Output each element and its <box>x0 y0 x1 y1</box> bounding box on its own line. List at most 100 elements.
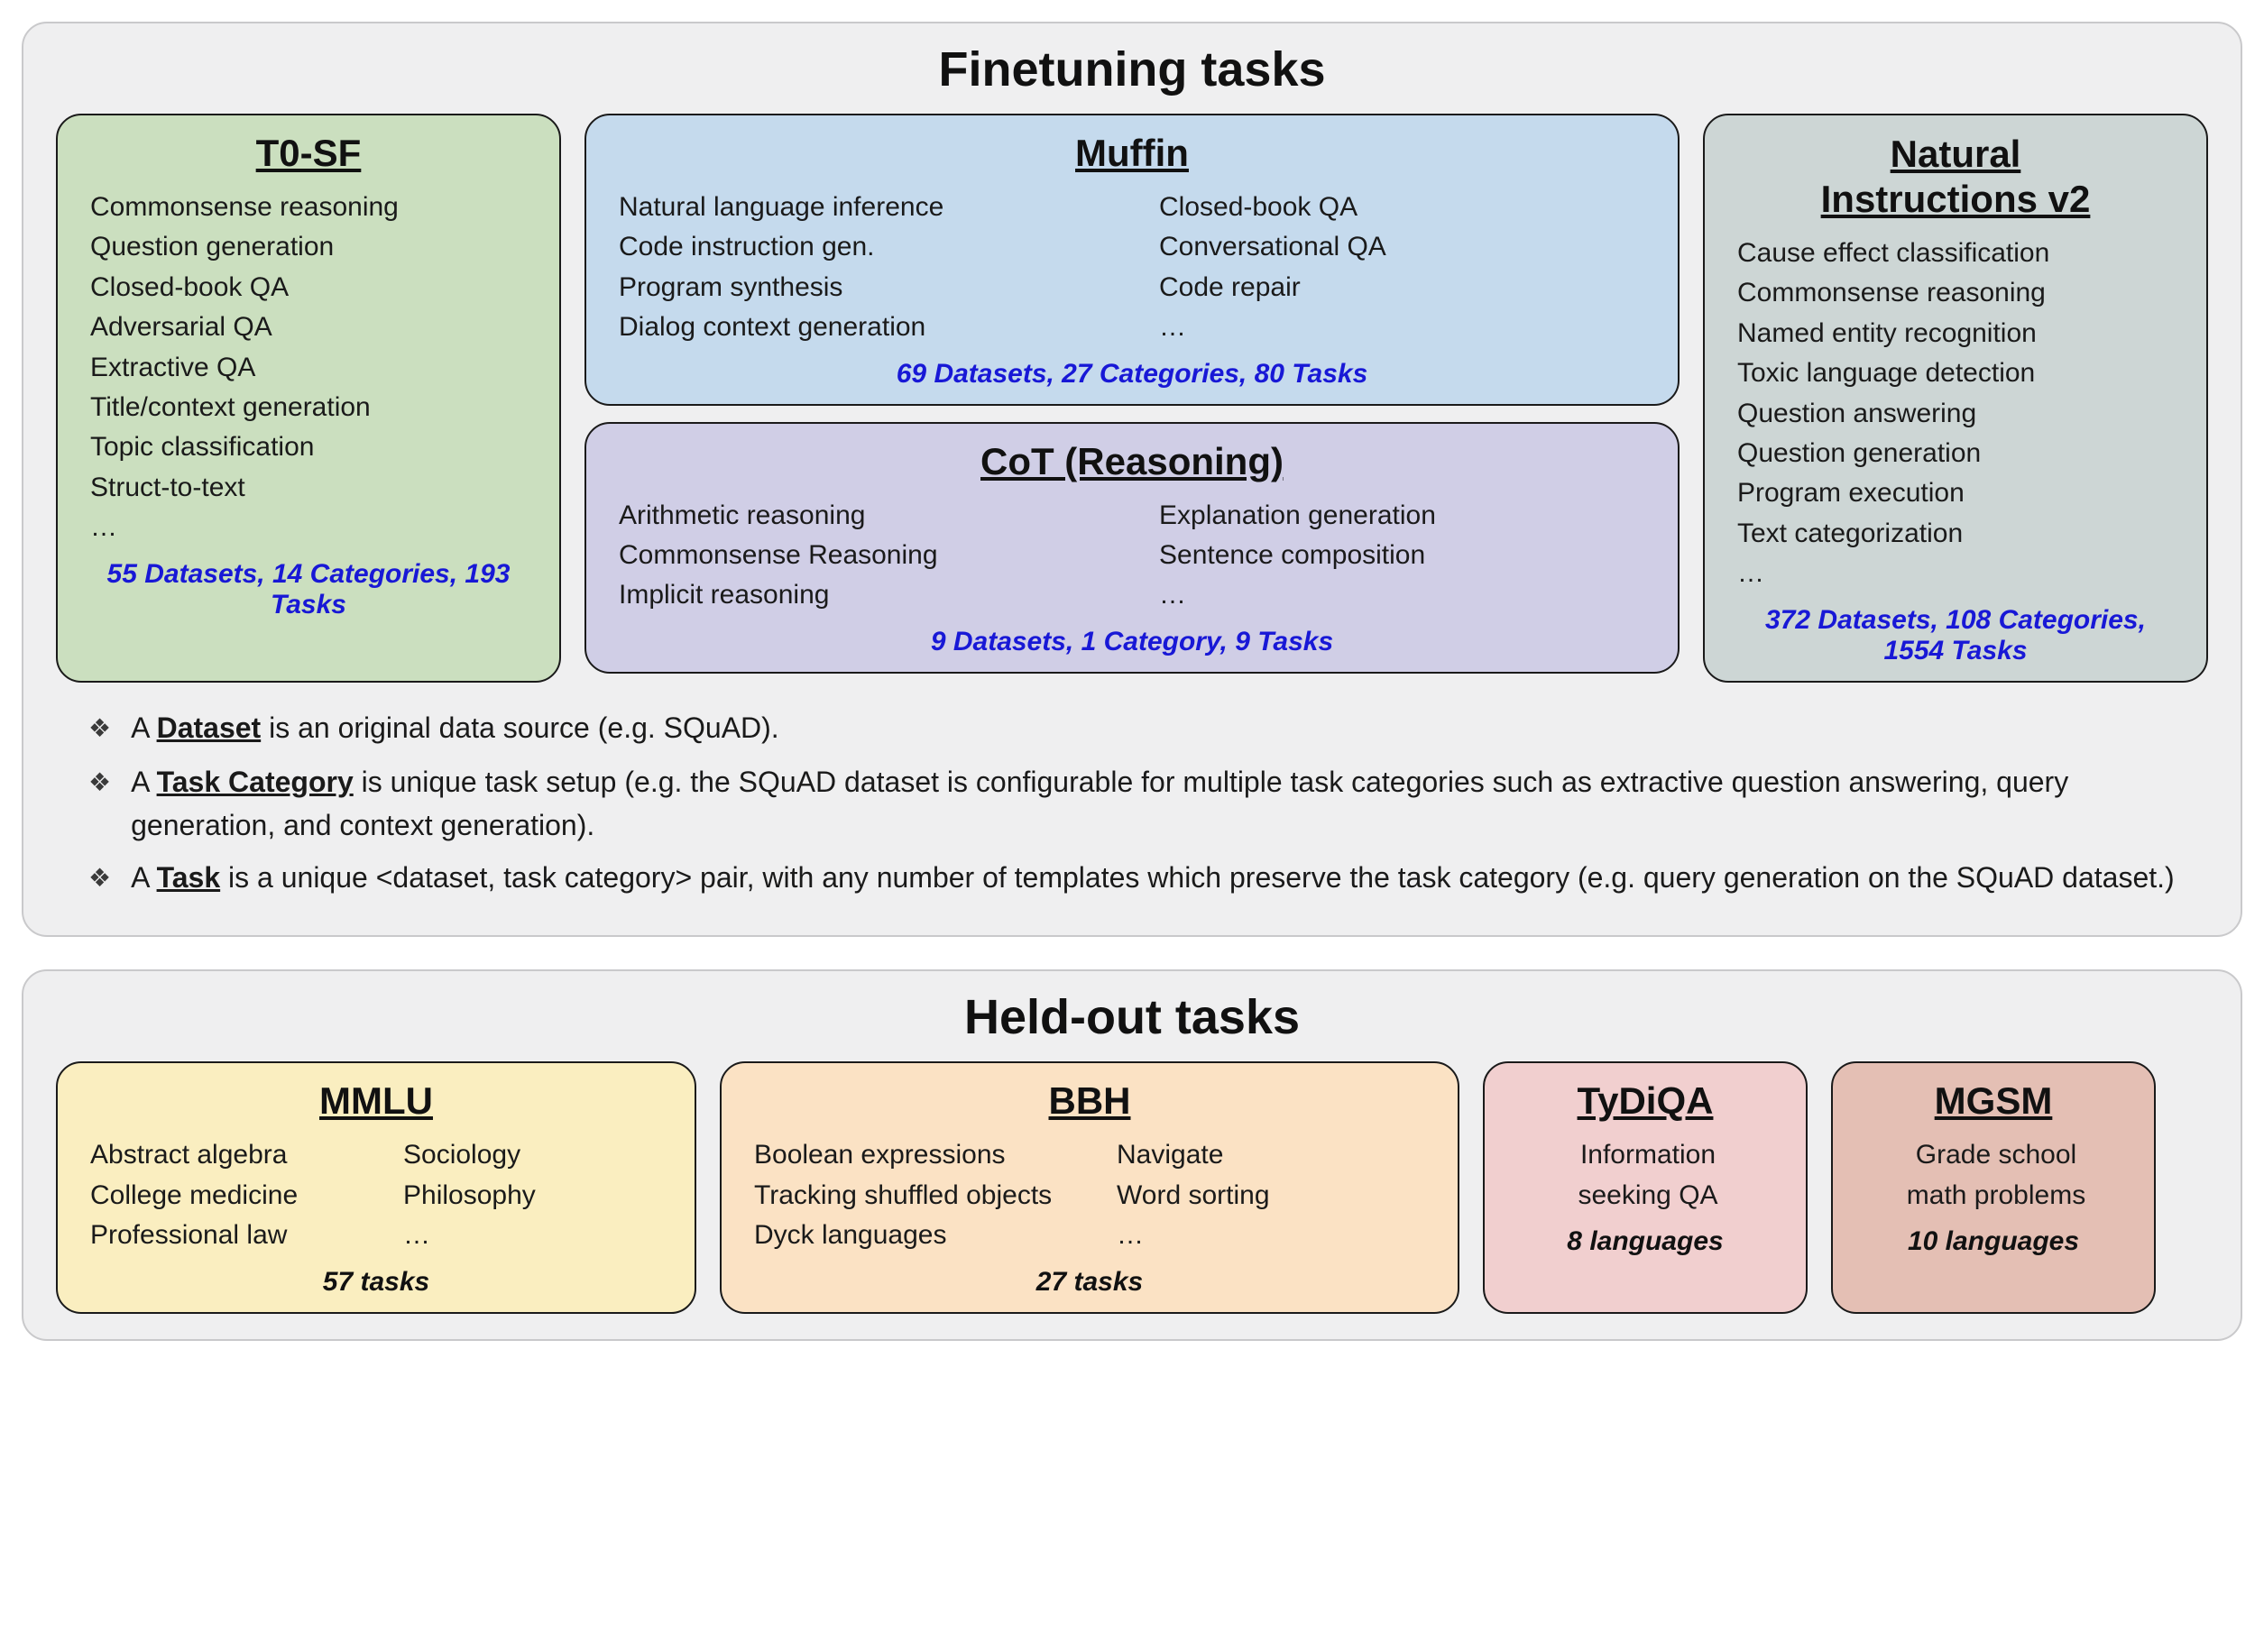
list-item: … <box>1737 554 2179 593</box>
list-item: Question generation <box>90 227 532 267</box>
finetuning-row: T0-SF Commonsense reasoning Question gen… <box>56 114 2208 683</box>
list-item: Professional law <box>90 1216 354 1255</box>
list-item: Program execution <box>1737 473 2179 513</box>
card-mgsm: MGSM Grade school math problems 10 langu… <box>1831 1061 2156 1313</box>
card-bbh: BBH Boolean expressions Tracking shuffle… <box>720 1061 1459 1313</box>
card-bbh-left: Boolean expressions Tracking shuffled ob… <box>749 1135 1068 1255</box>
card-muffin-cols: Natural language inference Code instruct… <box>613 188 1651 348</box>
list-item: Navigate <box>1117 1135 1431 1175</box>
card-t0sf-stats: 55 Datasets, 14 Categories, 193 Tasks <box>85 559 532 620</box>
list-item: … <box>1117 1216 1431 1255</box>
card-tydiqa-title: TyDiQA <box>1512 1079 1779 1123</box>
list-item: Title/context generation <box>90 388 532 427</box>
list-item: Program synthesis <box>619 268 1110 307</box>
heldout-row: MMLU Abstract algebra College medicine P… <box>56 1061 2208 1313</box>
card-muffin: Muffin Natural language inference Code i… <box>584 114 1680 406</box>
definition-text: A Task is a unique <dataset, task catego… <box>131 856 2175 899</box>
list-item: Explanation generation <box>1159 496 1651 536</box>
list-item: Sentence composition <box>1159 536 1651 575</box>
list-item: Philosophy <box>403 1176 667 1216</box>
card-mgsm-title: MGSM <box>1860 1079 2127 1123</box>
def-term: Dataset <box>157 711 262 744</box>
list-item: Arithmetic reasoning <box>619 496 1110 536</box>
list-item: Implicit reasoning <box>619 575 1110 615</box>
definition-task: ❖ A Task is a unique <dataset, task cate… <box>88 856 2192 901</box>
definitions: ❖ A Dataset is an original data source (… <box>56 706 2208 902</box>
list-item: Closed-book QA <box>90 268 532 307</box>
card-bbh-right: Navigate Word sorting … <box>1111 1135 1431 1255</box>
list-item: Word sorting <box>1117 1176 1431 1216</box>
list-item: Boolean expressions <box>754 1135 1068 1175</box>
card-ni-title-l2: Instructions v2 <box>1821 178 2091 220</box>
card-tydiqa: TyDiQA Information seeking QA 8 language… <box>1483 1061 1808 1313</box>
list-item: … <box>1159 575 1651 615</box>
finetuning-title: Finetuning tasks <box>56 41 2208 97</box>
def-term: Task Category <box>157 766 354 798</box>
list-item: math problems <box>1865 1176 2127 1216</box>
heldout-title: Held-out tasks <box>56 989 2208 1045</box>
list-item: Dyck languages <box>754 1216 1068 1255</box>
def-pre: A <box>131 711 156 744</box>
definition-text: A Dataset is an original data source (e.… <box>131 706 779 749</box>
list-item: Adversarial QA <box>90 307 532 347</box>
card-cot-cols: Arithmetic reasoning Commonsense Reasoni… <box>613 496 1651 616</box>
list-item: … <box>1159 307 1651 347</box>
card-cot-left: Arithmetic reasoning Commonsense Reasoni… <box>613 496 1110 616</box>
card-tydiqa-stats: 8 languages <box>1512 1226 1779 1257</box>
card-ni-title-l1: Natural <box>1891 133 2021 175</box>
list-item: Commonsense reasoning <box>1737 273 2179 313</box>
list-item: … <box>90 508 532 547</box>
bullet-icon: ❖ <box>88 856 111 901</box>
bullet-icon: ❖ <box>88 760 111 805</box>
def-pre: A <box>131 861 156 894</box>
card-mgsm-list: Grade school math problems <box>1860 1135 2127 1216</box>
card-muffin-stats: 69 Datasets, 27 Categories, 80 Tasks <box>613 359 1651 390</box>
list-item: Tracking shuffled objects <box>754 1176 1068 1216</box>
list-item: Information <box>1517 1135 1779 1175</box>
card-tydiqa-list: Information seeking QA <box>1512 1135 1779 1216</box>
card-ni-list: Cause effect classification Commonsense … <box>1732 234 2179 594</box>
list-item: College medicine <box>90 1176 354 1216</box>
card-mmlu-stats: 57 tasks <box>85 1267 667 1298</box>
definition-text: A Task Category is unique task setup (e.… <box>131 760 2192 847</box>
card-cot-title: CoT (Reasoning) <box>613 440 1651 483</box>
card-mgsm-stats: 10 languages <box>1860 1226 2127 1257</box>
list-item: Cause effect classification <box>1737 234 2179 273</box>
card-muffin-title: Muffin <box>613 132 1651 175</box>
def-post: is a unique <dataset, task category> pai… <box>220 861 2175 894</box>
card-bbh-cols: Boolean expressions Tracking shuffled ob… <box>749 1135 1431 1255</box>
list-item: seeking QA <box>1517 1176 1779 1216</box>
list-item: … <box>403 1216 667 1255</box>
card-mmlu-cols: Abstract algebra College medicine Profes… <box>85 1135 667 1255</box>
card-ni-stats: 372 Datasets, 108 Categories, 1554 Tasks <box>1732 605 2179 666</box>
finetuning-panel: Finetuning tasks T0-SF Commonsense reaso… <box>22 22 2242 937</box>
card-t0sf: T0-SF Commonsense reasoning Question gen… <box>56 114 561 683</box>
definition-dataset: ❖ A Dataset is an original data source (… <box>88 706 2192 751</box>
heldout-panel: Held-out tasks MMLU Abstract algebra Col… <box>22 969 2242 1340</box>
card-mmlu: MMLU Abstract algebra College medicine P… <box>56 1061 696 1313</box>
list-item: Closed-book QA <box>1159 188 1651 227</box>
list-item: Natural language inference <box>619 188 1110 227</box>
list-item: Sociology <box>403 1135 667 1175</box>
list-item: Dialog context generation <box>619 307 1110 347</box>
list-item: Commonsense reasoning <box>90 188 532 227</box>
list-item: Text categorization <box>1737 514 2179 554</box>
list-item: Named entity recognition <box>1737 314 2179 353</box>
list-item: Toxic language detection <box>1737 353 2179 393</box>
card-cot-stats: 9 Datasets, 1 Category, 9 Tasks <box>613 627 1651 657</box>
list-item: Struct-to-text <box>90 468 532 508</box>
card-bbh-title: BBH <box>749 1079 1431 1123</box>
list-item: Question answering <box>1737 394 2179 434</box>
list-item: Topic classification <box>90 427 532 467</box>
card-mmlu-left: Abstract algebra College medicine Profes… <box>85 1135 354 1255</box>
card-muffin-left: Natural language inference Code instruct… <box>613 188 1110 348</box>
definition-task-category: ❖ A Task Category is unique task setup (… <box>88 760 2192 847</box>
card-ni-title: Natural Instructions v2 <box>1732 132 2179 221</box>
card-bbh-stats: 27 tasks <box>749 1267 1431 1298</box>
list-item: Question generation <box>1737 434 2179 473</box>
finetuning-mid-column: Muffin Natural language inference Code i… <box>584 114 1680 683</box>
card-cot-right: Explanation generation Sentence composit… <box>1154 496 1651 616</box>
list-item: Abstract algebra <box>90 1135 354 1175</box>
card-mmlu-title: MMLU <box>85 1079 667 1123</box>
list-item: Grade school <box>1865 1135 2127 1175</box>
